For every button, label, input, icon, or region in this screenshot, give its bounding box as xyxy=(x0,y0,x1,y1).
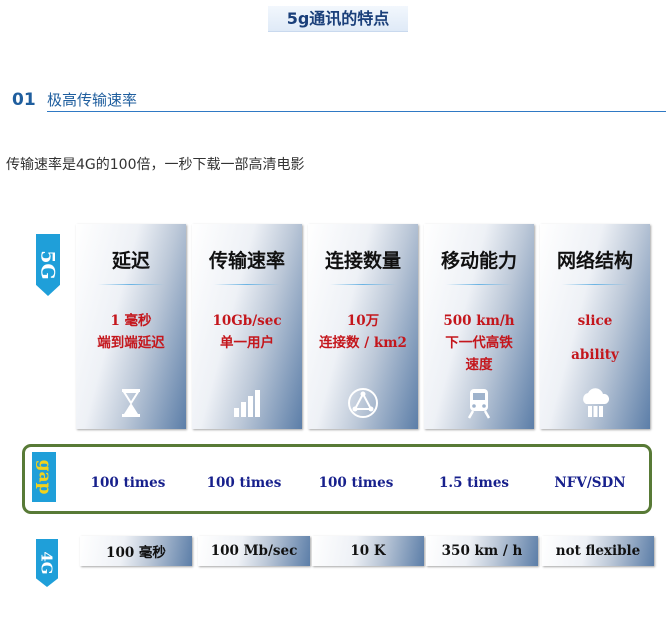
card-title: 连接数量 xyxy=(324,250,401,272)
card-connections: 连接数量 10万 连接数 / km2 xyxy=(308,224,418,429)
section-heading: 01 极高传输速率 xyxy=(12,86,666,112)
5g-tag: 5G xyxy=(36,234,60,296)
card-value-line: slice xyxy=(577,313,613,329)
gap-value: 1.5 times xyxy=(438,475,510,491)
4g-value-bar: 10 K xyxy=(312,536,424,566)
card-latency: 延迟 1 毫秒 端到端延迟 xyxy=(76,224,186,429)
card-value-line: 下一代高铁 xyxy=(445,335,513,351)
5g-tag-label: 5G xyxy=(37,250,60,280)
card-divider xyxy=(330,284,396,285)
section-label: 极高传输速率 xyxy=(47,91,138,109)
card-divider xyxy=(214,284,280,285)
section-divider xyxy=(47,111,666,112)
gap-value: 100 times xyxy=(318,475,394,491)
card-value-line: 500 km/h xyxy=(443,313,515,329)
gap-tag-label: gap xyxy=(34,459,55,495)
5g-vs-4g-infographic: 5G 延迟 1 毫秒 端到端延迟 传输速率 10Gb/sec 单一用户 连接数量… xyxy=(14,212,666,612)
intro-text: 传输速率是4G的100倍，一秒下载一部高清电影 xyxy=(6,157,305,173)
network-nodes-icon xyxy=(348,388,378,418)
4g-value-bar: 100 Mb/sec xyxy=(198,536,310,566)
card-value-line: 连接数 / km2 xyxy=(319,335,407,351)
signal-bars-icon xyxy=(234,390,260,417)
card-title: 移动能力 xyxy=(440,250,517,272)
card-title: 传输速率 xyxy=(208,250,285,272)
hourglass-icon xyxy=(122,389,140,417)
card-value-line: 1 毫秒 xyxy=(110,313,152,329)
train-icon xyxy=(467,389,491,419)
card-divider xyxy=(98,284,164,285)
gap-tag: gap xyxy=(32,452,56,502)
card-value-line: ability xyxy=(571,347,619,363)
gap-value: NFV/SDN xyxy=(554,475,626,491)
card-value-line: 10Gb/sec xyxy=(212,313,282,329)
card-value-line: 速度 xyxy=(465,357,493,373)
card-divider xyxy=(446,284,512,285)
page-title: 5g通讯的特点 xyxy=(268,6,408,32)
card-network-architecture: 网络结构 slice ability xyxy=(540,224,650,429)
4g-tag: 4G xyxy=(36,539,58,587)
4g-value-bar: 100 毫秒 xyxy=(80,536,192,566)
4g-value-bar: not flexible xyxy=(542,536,654,566)
card-title: 延迟 xyxy=(111,250,150,272)
card-mobility: 移动能力 500 km/h 下一代高铁 速度 xyxy=(424,224,534,429)
gap-value: 100 times xyxy=(90,475,166,491)
4g-tag-label: 4G xyxy=(38,551,56,575)
card-value-line: 端到端延迟 xyxy=(97,335,165,351)
cloud-server-icon xyxy=(583,388,610,417)
card-value-line: 10万 xyxy=(346,313,380,329)
section-number: 01 xyxy=(12,90,36,110)
card-value-line: 单一用户 xyxy=(220,335,274,351)
4g-value-bar: 350 km / h xyxy=(426,536,538,566)
gap-value: 100 times xyxy=(206,475,282,491)
card-divider xyxy=(562,284,628,285)
card-data-rate: 传输速率 10Gb/sec 单一用户 xyxy=(192,224,302,429)
card-title: 网络结构 xyxy=(556,250,633,272)
